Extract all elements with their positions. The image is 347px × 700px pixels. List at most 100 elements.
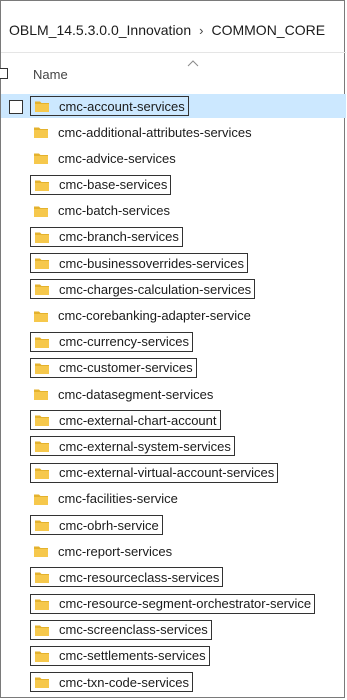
folder-item[interactable]: cmc-currency-services	[30, 331, 194, 352]
folder-item[interactable]: cmc-base-services	[30, 174, 172, 195]
folder-name: cmc-report-services	[58, 543, 173, 559]
folder-item[interactable]: cmc-branch-services	[30, 226, 183, 247]
folder-row[interactable]: cmc-resource-segment-orchestrator-servic…	[1, 591, 346, 617]
folder-row[interactable]: cmc-batch-services	[1, 198, 346, 224]
folder-row[interactable]: cmc-screenclass-services	[1, 617, 346, 643]
folder-name: cmc-settlements-services	[59, 648, 206, 664]
folder-name: cmc-external-system-services	[59, 438, 231, 454]
folder-item[interactable]: cmc-txn-code-services	[30, 672, 194, 693]
breadcrumb-separator-icon: ›	[199, 22, 204, 38]
sort-ascending-icon[interactable]	[187, 59, 199, 67]
folder-name: cmc-businessoverrides-services	[59, 255, 244, 271]
folder-icon	[34, 127, 48, 139]
folder-row[interactable]: cmc-additional-attributes-services	[1, 119, 346, 145]
folder-row[interactable]: cmc-datasegment-services	[1, 381, 346, 407]
folder-icon	[35, 258, 49, 270]
folder-name: cmc-facilities-service	[58, 491, 178, 507]
folder-item[interactable]: cmc-resourceclass-services	[30, 567, 224, 588]
row-checkbox[interactable]	[9, 100, 23, 114]
folder-item[interactable]: cmc-facilities-service	[30, 489, 181, 509]
folder-item[interactable]: cmc-businessoverrides-services	[30, 253, 248, 274]
column-header-row: Name	[0, 57, 346, 89]
folder-row[interactable]: cmc-obrh-service	[1, 512, 346, 538]
select-all-checkbox[interactable]	[0, 68, 8, 79]
folder-name: cmc-screenclass-services	[59, 622, 208, 638]
breadcrumb: OBLM_14.5.3.0.0_Innovation › COMMON_CORE	[9, 19, 325, 41]
folder-item[interactable]: cmc-advice-services	[30, 148, 179, 168]
folder-icon	[35, 677, 49, 689]
folder-row[interactable]: cmc-facilities-service	[1, 486, 346, 512]
folder-item[interactable]: cmc-report-services	[30, 541, 175, 561]
folder-item[interactable]: cmc-customer-services	[30, 357, 197, 378]
folder-item[interactable]: cmc-screenclass-services	[30, 619, 212, 640]
folder-icon	[35, 441, 49, 453]
folder-icon	[35, 520, 49, 531]
folder-name: cmc-external-virtual-account-services	[59, 465, 275, 481]
folder-icon	[35, 468, 49, 479]
folder-icon	[35, 284, 49, 296]
folder-row[interactable]: cmc-charges-calculation-services	[1, 276, 346, 302]
folder-row[interactable]: cmc-resourceclass-services	[1, 564, 346, 590]
folder-item[interactable]: cmc-settlements-services	[30, 645, 210, 666]
folder-icon	[35, 180, 49, 191]
folder-row[interactable]: cmc-branch-services	[1, 224, 346, 250]
folder-item[interactable]: cmc-additional-attributes-services	[30, 122, 255, 142]
folder-item[interactable]: cmc-corebanking-adapter-service	[30, 306, 254, 326]
folder-row[interactable]: cmc-report-services	[1, 538, 346, 564]
folder-icon	[35, 651, 49, 662]
folder-name: cmc-advice-services	[58, 150, 176, 166]
folder-icon	[35, 599, 49, 610]
folder-name: cmc-resource-segment-orchestrator-servic…	[59, 596, 312, 612]
folder-name: cmc-txn-code-services	[59, 674, 190, 690]
folder-item[interactable]: cmc-obrh-service	[30, 515, 163, 535]
folder-item[interactable]: cmc-account-services	[30, 96, 189, 116]
folder-row[interactable]: cmc-customer-services	[1, 355, 346, 381]
folder-name: cmc-currency-services	[59, 334, 190, 350]
folder-icon	[35, 337, 49, 348]
folder-item[interactable]: cmc-resource-segment-orchestrator-servic…	[30, 593, 316, 614]
folder-name: cmc-corebanking-adapter-service	[58, 308, 251, 323]
folder-icon	[35, 232, 49, 243]
folder-icon	[35, 363, 49, 374]
folder-row[interactable]: cmc-currency-services	[1, 329, 346, 355]
folder-row[interactable]: cmc-corebanking-adapter-service	[1, 303, 346, 329]
folder-name: cmc-additional-attributes-services	[58, 124, 252, 140]
folder-item[interactable]: cmc-datasegment-services	[30, 384, 216, 404]
folder-row[interactable]: cmc-settlements-services	[1, 643, 346, 669]
folder-name: cmc-external-chart-account	[59, 412, 217, 428]
folder-row[interactable]: cmc-external-system-services	[1, 433, 346, 459]
folder-name: cmc-base-services	[59, 177, 168, 193]
folder-name: cmc-datasegment-services	[58, 386, 214, 402]
folder-item[interactable]: cmc-external-system-services	[30, 436, 235, 457]
folder-name: cmc-branch-services	[59, 229, 179, 245]
folder-row[interactable]: cmc-advice-services	[1, 145, 346, 171]
folder-row[interactable]: cmc-external-chart-account	[1, 407, 346, 433]
folder-item[interactable]: cmc-external-virtual-account-services	[30, 462, 279, 483]
folder-row[interactable]: cmc-txn-code-services	[1, 669, 346, 695]
folder-row[interactable]: cmc-external-virtual-account-services	[1, 460, 346, 486]
folder-list: cmc-account-services cmc-additional-attri…	[1, 93, 346, 695]
folder-name: cmc-account-services	[59, 98, 185, 114]
folder-icon	[34, 311, 48, 322]
folder-icon	[35, 415, 49, 427]
folder-item[interactable]: cmc-charges-calculation-services	[30, 279, 256, 300]
explorer-window: OBLM_14.5.3.0.0_Innovation › COMMON_CORE…	[0, 0, 346, 698]
folder-item[interactable]: cmc-external-chart-account	[30, 410, 221, 431]
folder-icon	[35, 625, 49, 636]
folder-icon	[34, 546, 48, 558]
folder-row[interactable]: cmc-businessoverrides-services	[1, 250, 346, 276]
folder-name: cmc-charges-calculation-services	[59, 281, 252, 297]
name-column-header[interactable]: Name	[33, 67, 68, 82]
breadcrumb-current[interactable]: COMMON_CORE	[211, 22, 325, 38]
breadcrumb-divider	[1, 52, 346, 53]
folder-row[interactable]: cmc-account-services	[1, 93, 346, 119]
folder-item[interactable]: cmc-batch-services	[30, 201, 173, 221]
folder-name: cmc-batch-services	[58, 203, 170, 219]
folder-icon	[35, 572, 49, 584]
folder-row[interactable]: cmc-base-services	[1, 172, 346, 198]
folder-icon	[34, 206, 48, 217]
folder-icon	[35, 101, 49, 112]
folder-icon	[34, 494, 48, 505]
folder-name: cmc-resourceclass-services	[59, 569, 220, 585]
breadcrumb-root[interactable]: OBLM_14.5.3.0.0_Innovation	[9, 22, 191, 38]
